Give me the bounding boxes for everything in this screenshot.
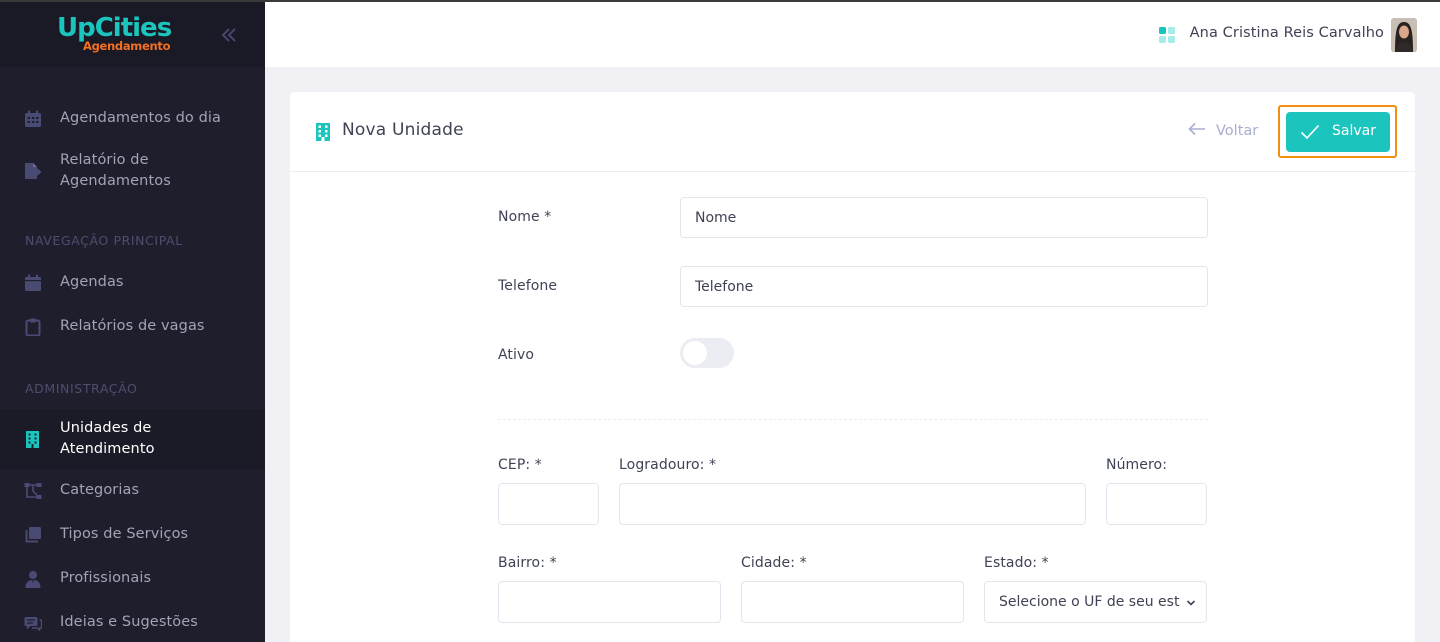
form-card: Nova Unidade Voltar Salvar Nome * Nome T… xyxy=(290,92,1415,642)
cep-label: CEP: * xyxy=(498,457,542,473)
back-button[interactable]: Voltar xyxy=(1188,122,1258,140)
sidebar-item-label: Agendamentos do dia xyxy=(60,110,221,126)
ativo-label: Ativo xyxy=(498,347,535,363)
numero-field[interactable] xyxy=(1106,483,1207,525)
chevron-down-icon xyxy=(1186,596,1196,612)
save-label: Salvar xyxy=(1332,123,1376,139)
bairro-label: Bairro: * xyxy=(498,555,557,571)
numero-label: Número: xyxy=(1106,457,1168,473)
sidebar-item-relatorio-agendamentos[interactable]: Relatório de Agendamentos xyxy=(0,148,265,194)
sidebar-item-agendas[interactable]: Agendas xyxy=(0,264,265,302)
toggle-knob xyxy=(683,341,707,365)
brand-subtitle: Agendamento xyxy=(83,39,171,53)
sidebar-item-label: Unidades de Atendimento xyxy=(60,420,155,457)
section-divider xyxy=(498,419,1208,420)
sidebar: UpCities Agendamento Agendamentos do dia… xyxy=(0,0,265,642)
nome-label: Nome * xyxy=(498,209,552,225)
estado-label: Estado: * xyxy=(984,555,1049,571)
sidebar-item-tipos-servicos[interactable]: Tipos de Serviços xyxy=(0,516,265,554)
top-header: Ana Cristina Reis Carvalho xyxy=(265,2,1440,67)
nome-field[interactable]: Nome xyxy=(680,197,1208,238)
logradouro-label: Logradouro: * xyxy=(619,457,717,473)
sidebar-item-label: Agendas xyxy=(60,274,124,290)
sitemap-icon xyxy=(24,482,42,500)
back-label: Voltar xyxy=(1216,123,1259,139)
user-avatar[interactable] xyxy=(1391,18,1417,52)
layers-icon xyxy=(24,526,42,544)
apps-grid-icon[interactable] xyxy=(1158,26,1176,48)
file-export-icon xyxy=(24,162,42,180)
sidebar-item-agendamentos-do-dia[interactable]: Agendamentos do dia xyxy=(0,100,265,138)
brand-name: UpCities xyxy=(57,13,172,43)
sidebar-item-unidades-atendimento[interactable]: Unidades de Atendimento xyxy=(0,409,265,469)
save-button-highlight: Salvar xyxy=(1278,105,1397,158)
telefone-placeholder: Telefone xyxy=(695,278,754,295)
sidebar-collapse-icon[interactable] xyxy=(218,24,240,46)
sidebar-item-label: Relatórios de vagas xyxy=(60,318,205,334)
estado-select[interactable]: Selecione o UF de seu est xyxy=(984,581,1207,623)
cep-field[interactable] xyxy=(498,483,599,525)
page-title: Nova Unidade xyxy=(342,120,464,140)
estado-selected-value: Selecione o UF de seu est xyxy=(999,594,1180,610)
cidade-field[interactable] xyxy=(741,581,964,623)
telefone-label: Telefone xyxy=(498,278,558,294)
window-top-border xyxy=(0,0,1440,2)
building-icon xyxy=(24,430,42,448)
sidebar-item-profissionais[interactable]: Profissionais xyxy=(0,560,265,598)
section-title-main: NAVEGAÇÃO PRINCIPAL xyxy=(25,233,183,248)
bairro-field[interactable] xyxy=(498,581,721,623)
nome-placeholder: Nome xyxy=(695,209,737,226)
user-tie-icon xyxy=(24,570,42,588)
sidebar-item-label: Categorias xyxy=(60,482,140,498)
brand-logo[interactable]: UpCities Agendamento xyxy=(57,14,177,53)
sidebar-item-label: Ideias e Sugestões xyxy=(60,614,198,630)
logradouro-field[interactable] xyxy=(619,483,1086,525)
save-button[interactable]: Salvar xyxy=(1286,112,1390,152)
sidebar-item-label: Tipos de Serviços xyxy=(60,526,189,542)
sidebar-brand: UpCities Agendamento xyxy=(0,0,265,67)
building-icon xyxy=(316,123,330,145)
telefone-field[interactable]: Telefone xyxy=(680,266,1208,307)
sidebar-item-ideias-sugestoes[interactable]: Ideias e Sugestões xyxy=(0,604,265,642)
sidebar-item-label: Profissionais xyxy=(60,570,152,586)
sidebar-item-label: Relatório de Agendamentos xyxy=(60,152,171,189)
calendar-icon xyxy=(24,274,42,292)
arrow-left-icon xyxy=(1188,122,1206,140)
sidebar-item-relatorios-vagas[interactable]: Relatórios de vagas xyxy=(0,308,265,346)
user-name[interactable]: Ana Cristina Reis Carvalho xyxy=(1190,25,1384,41)
clipboard-icon xyxy=(24,318,42,337)
cidade-label: Cidade: * xyxy=(741,555,807,571)
card-header: Nova Unidade Voltar Salvar xyxy=(290,92,1415,172)
comments-icon xyxy=(24,614,43,632)
check-icon xyxy=(1300,123,1320,145)
section-title-admin: ADMINISTRAÇÃO xyxy=(25,381,138,396)
sidebar-item-categorias[interactable]: Categorias xyxy=(0,472,265,510)
ativo-toggle[interactable] xyxy=(680,338,734,368)
calendar-grid-icon xyxy=(24,110,42,128)
